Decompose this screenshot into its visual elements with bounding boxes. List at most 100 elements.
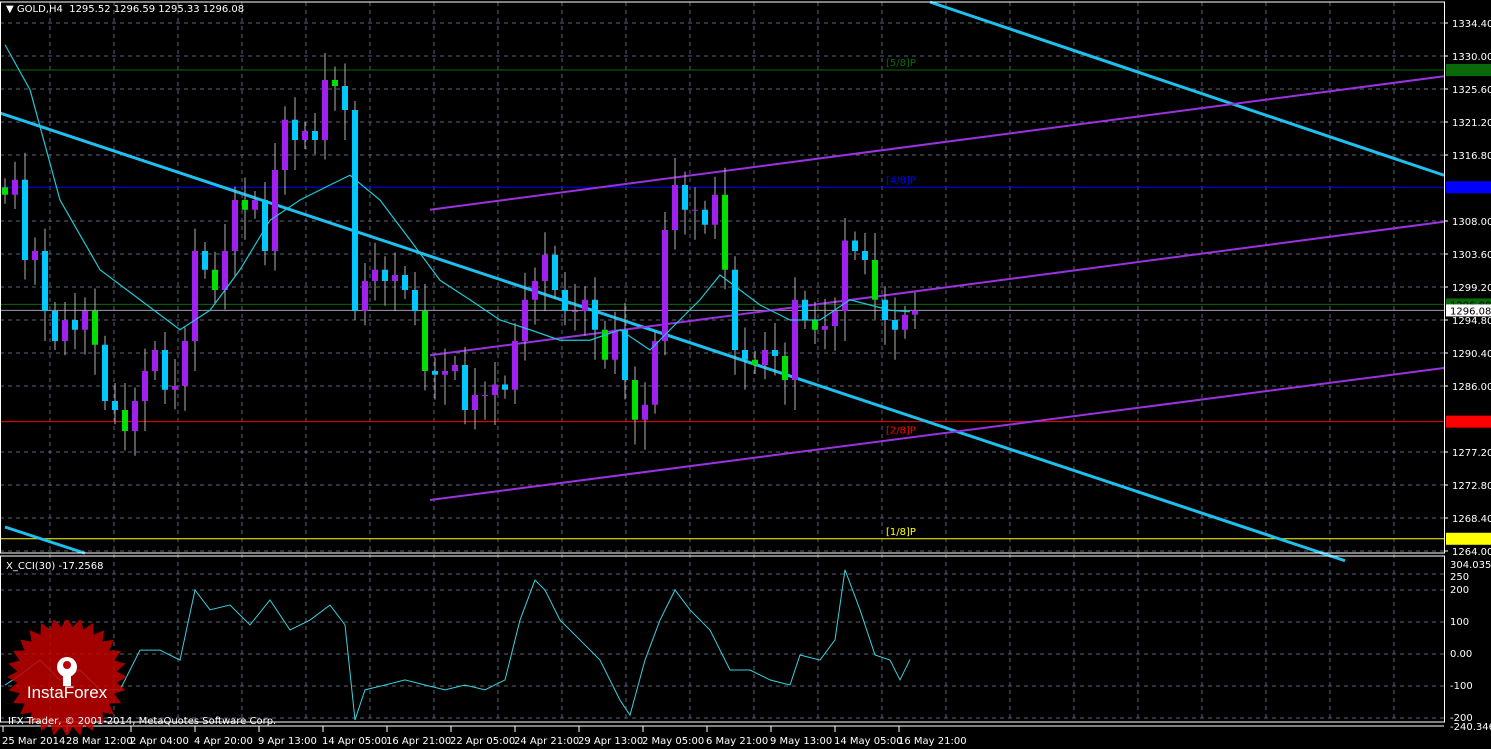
time-axis[interactable]: 25 Mar 2014 28 Mar 12:002 Apr 04:00 4 Apr …: [2, 726, 967, 747]
candle-body: [212, 269, 218, 290]
price-levels: [5/8]P [4/8]P [2/8]P [1/8]P: [0, 58, 1444, 540]
price-tick-label: 1303.60: [1452, 250, 1491, 261]
candle-body: [572, 311, 578, 312]
price-tag: 1281.25: [1450, 418, 1491, 429]
candle-body: [432, 371, 438, 375]
candle-body: [112, 401, 118, 410]
candle-body: [542, 254, 548, 281]
symbol-label: GOLD,H4: [16, 4, 63, 15]
level-name: [1/8]P: [886, 527, 916, 538]
time-tick-label: 2 Apr 04:00: [130, 736, 189, 747]
price-tick-label: 1325.60: [1452, 85, 1491, 96]
trend-line: [429, 75, 1445, 211]
candle-body: [512, 341, 518, 390]
trend-line: [4, 525, 86, 555]
candle-body: [42, 251, 48, 311]
candle-body: [782, 356, 788, 380]
candle-body: [272, 170, 278, 251]
cci-tick-label: 0.00: [1450, 649, 1472, 660]
candle-body: [2, 187, 8, 195]
candle-body: [372, 269, 378, 281]
candle-body: [12, 179, 18, 195]
price-tick-label: 1264.00: [1452, 547, 1491, 558]
price-tick-label: 1268.40: [1452, 514, 1491, 525]
candle-body: [532, 281, 538, 300]
cci-axis: 304.03542502001000.00-100-200-240.3463: [1450, 560, 1491, 733]
candle-body: [732, 269, 738, 350]
ohlc-label: 1295.52 1296.59 1295.33 1296.08: [69, 4, 245, 15]
candle-body: [302, 131, 308, 140]
candle-body: [402, 275, 408, 290]
candle-body: [182, 341, 188, 386]
time-tick-label: 4 Apr 20:00: [194, 736, 253, 747]
candle-body: [672, 185, 678, 230]
cci-tick-label: 100: [1450, 617, 1469, 628]
candle-body: [52, 311, 58, 341]
grid: [0, 2, 1444, 722]
candle-body: [132, 401, 138, 431]
candle-body: [72, 320, 78, 330]
time-tick-label: 24 Apr 21:00: [514, 736, 579, 747]
cci-indicator: [4, 569, 911, 721]
candle-body: [522, 299, 528, 341]
candle-body: [842, 240, 848, 311]
candle-body: [492, 384, 498, 395]
price-tick-label: 1286.00: [1452, 382, 1491, 393]
candle-body: [592, 299, 598, 330]
candle-body: [482, 395, 488, 396]
candle-body: [662, 230, 668, 341]
cci-panel-border: [0, 555, 1445, 723]
candle-body: [792, 299, 798, 380]
price-tag: 1265.63: [1450, 535, 1491, 546]
candle-body: [312, 131, 318, 140]
time-tick-label: 9 May 13:00: [770, 736, 832, 747]
candle-body: [902, 314, 908, 330]
cci-tick-label: 250: [1450, 572, 1469, 583]
candle-body: [422, 311, 428, 371]
price-tick-label: 1290.40: [1452, 349, 1491, 360]
candle-body: [442, 371, 448, 375]
candle-body: [22, 179, 28, 260]
price-tick-label: 1330.00: [1452, 52, 1491, 63]
candle-body: [862, 251, 868, 260]
candle-body: [812, 320, 818, 330]
time-tick-label: 25 Mar 2014: [2, 736, 65, 747]
candle-body: [622, 329, 628, 380]
candle-body: [822, 326, 828, 330]
cci-line: [4, 569, 911, 721]
candle-body: [462, 365, 468, 410]
candle-body: [292, 119, 298, 140]
time-tick-label: 16 May 21:00: [898, 736, 967, 747]
price-tick-label: 1277.20: [1452, 448, 1491, 459]
time-tick-label: 28 Mar 12:00: [66, 736, 133, 747]
candle-body: [392, 275, 398, 281]
time-tick-label: 6 May 21:00: [706, 736, 768, 747]
candle-body: [692, 209, 698, 211]
candle-body: [62, 320, 68, 341]
candle-body: [632, 380, 638, 420]
candle-body: [832, 311, 838, 326]
time-tick-label: 29 Apr 13:00: [578, 736, 643, 747]
candle-body: [322, 80, 328, 140]
price-axis[interactable]: 1328.131312.501296.881296.081281.251265.…: [1444, 19, 1491, 558]
time-tick-label: 14 Apr 05:00: [322, 736, 387, 747]
price-tick-label: 1272.80: [1452, 481, 1491, 492]
candle-body: [282, 119, 288, 170]
candle-body: [92, 311, 98, 345]
trend-line: [429, 220, 1445, 357]
triangle-down-icon[interactable]: ▼: [6, 4, 14, 15]
trend-line: [0, 111, 1346, 563]
chart-header: ▼ GOLD,H4 1295.52 1296.59 1295.33 1296.0…: [6, 4, 244, 15]
candle-body: [502, 384, 508, 390]
price-tick-label: 1308.00: [1452, 217, 1491, 228]
candle-body: [472, 395, 478, 410]
price-chart[interactable]: [5/8]P [4/8]P [2/8]P [1/8]P 1328.13 1312.50 1…: [0, 0, 1491, 749]
trend-line: [929, 0, 1445, 177]
candle-body: [192, 251, 198, 341]
indicator-title: X_CCI(30) -17.2568: [6, 561, 104, 572]
candle-body: [852, 240, 858, 251]
candle-body: [32, 251, 38, 260]
time-tick-label: 16 Apr 21:00: [386, 736, 451, 747]
candle-body: [232, 200, 238, 251]
candle-body: [562, 290, 568, 311]
